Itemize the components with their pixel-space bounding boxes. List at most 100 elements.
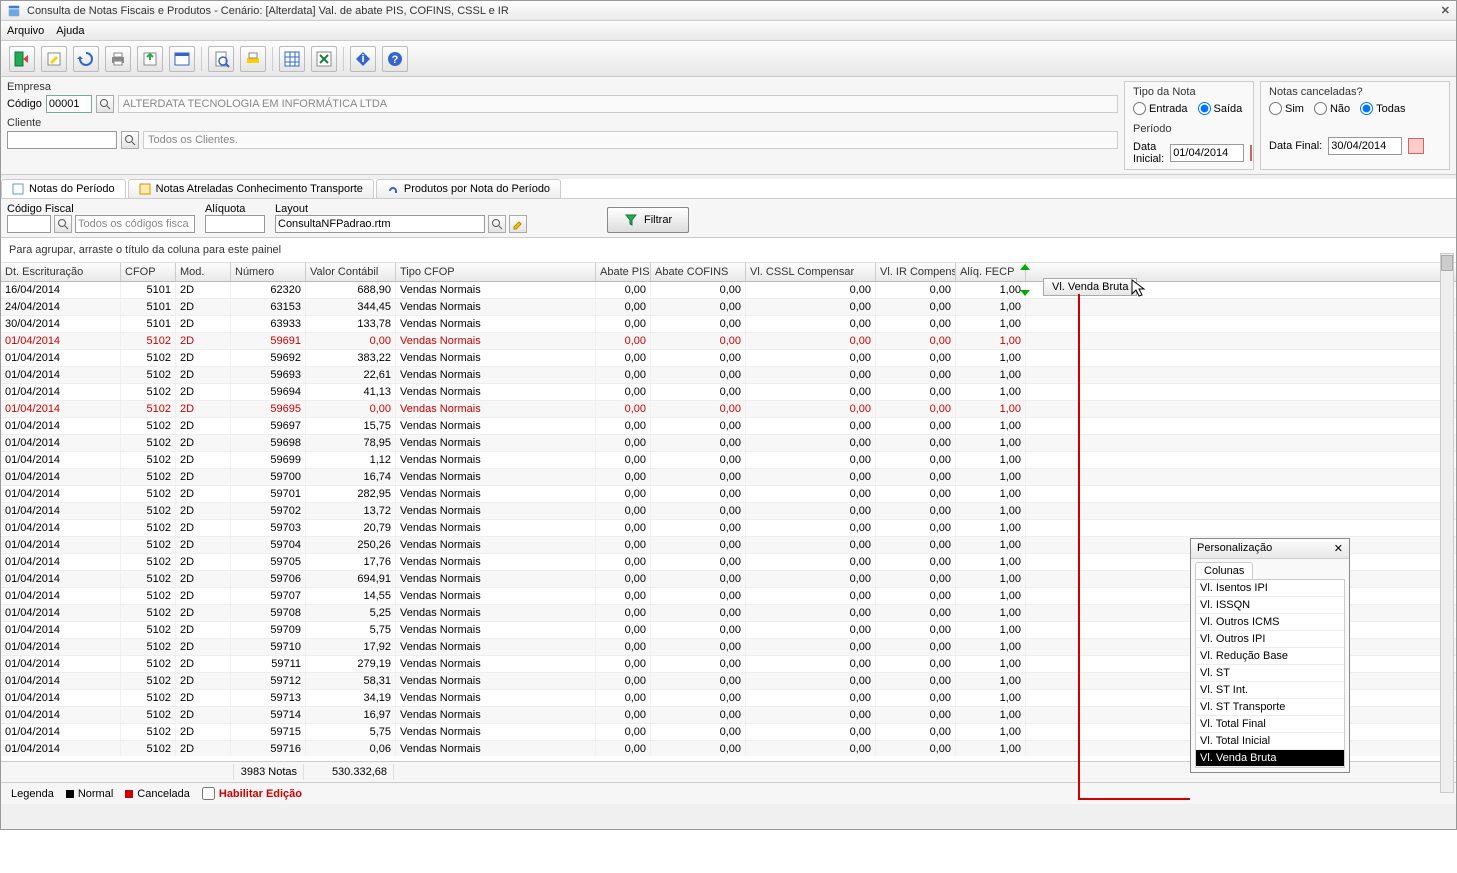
calendar-icon[interactable] — [1408, 138, 1424, 154]
edit-icon[interactable] — [41, 46, 67, 72]
cell-num: 59692 — [231, 350, 306, 366]
column-header-tipo[interactable]: Tipo CFOP — [396, 263, 596, 281]
cell-ir: 0,00 — [876, 503, 956, 519]
cell-tipo: Vendas Normais — [396, 520, 596, 536]
filtrar-button[interactable]: Filtrar — [607, 207, 689, 233]
personalization-tab-colunas[interactable]: Colunas — [1195, 562, 1253, 579]
cell-mod: 2D — [176, 435, 231, 451]
cell-dt: 01/04/2014 — [1, 656, 121, 672]
column-header-ir[interactable]: Vl. IR Compensar — [876, 263, 956, 281]
table-row[interactable]: 01/04/201451022D596910,00Vendas Normais0… — [1, 333, 1456, 350]
cell-val: 688,90 — [306, 282, 396, 298]
personalization-item[interactable]: Vl. Outros IPI — [1196, 631, 1344, 648]
help-icon[interactable]: ? — [382, 46, 408, 72]
column-header-val[interactable]: Valor Contábil — [306, 263, 396, 281]
column-header-mod[interactable]: Mod. — [176, 263, 231, 281]
column-header-dt[interactable]: Dt. Escrituração — [1, 263, 121, 281]
tab-notas-atreladas[interactable]: Notas Atreladas Conhecimento Transporte — [128, 179, 374, 198]
cell-tipo: Vendas Normais — [396, 299, 596, 315]
undo-icon[interactable] — [73, 46, 99, 72]
table-row[interactable]: 01/04/201451022D5970320,79Vendas Normais… — [1, 520, 1456, 537]
column-header-acof[interactable]: Abate COFINS — [651, 263, 746, 281]
excel-icon[interactable] — [311, 46, 337, 72]
column-header-num[interactable]: Número — [231, 263, 306, 281]
preview-icon[interactable] — [208, 46, 234, 72]
aliquota-input[interactable] — [205, 215, 265, 233]
personalization-item[interactable]: Vl. ST — [1196, 665, 1344, 682]
menu-ajuda[interactable]: Ajuda — [56, 25, 84, 37]
personalization-item[interactable]: Vl. Outros ICMS — [1196, 614, 1344, 631]
data-inicial-input[interactable] — [1170, 144, 1244, 162]
cell-apis: 0,00 — [596, 520, 651, 536]
cell-mod: 2D — [176, 418, 231, 434]
table-row[interactable]: 01/04/201451022D5969878,95Vendas Normais… — [1, 435, 1456, 452]
codigo-input[interactable] — [46, 95, 92, 113]
table-row[interactable]: 01/04/201451022D5969441,13Vendas Normais… — [1, 384, 1456, 401]
table-row[interactable]: 24/04/201451012D63153344,45Vendas Normai… — [1, 299, 1456, 316]
radio-sim[interactable]: Sim — [1269, 102, 1304, 115]
table-row[interactable]: 30/04/201451012D63933133,78Vendas Normai… — [1, 316, 1456, 333]
cell-val: 0,00 — [306, 333, 396, 349]
cell-apis: 0,00 — [596, 384, 651, 400]
personalization-item[interactable]: Vl. Redução Base — [1196, 648, 1344, 665]
table-row[interactable]: 01/04/201451022D5969715,75Vendas Normais… — [1, 418, 1456, 435]
cell-dt: 01/04/2014 — [1, 520, 121, 536]
personalization-panel[interactable]: Personalização ✕ Colunas Vl. Isentos IPI… — [1190, 538, 1350, 773]
menu-arquivo[interactable]: Arquivo — [7, 25, 44, 37]
radio-saida[interactable]: Saída — [1198, 102, 1243, 115]
layout-input[interactable] — [275, 215, 485, 233]
layout-edit-icon[interactable] — [509, 215, 527, 233]
table-row[interactable]: 16/04/201451012D62320688,90Vendas Normai… — [1, 282, 1456, 299]
print-icon[interactable] — [105, 46, 131, 72]
cell-apis: 0,00 — [596, 741, 651, 756]
export-icon[interactable] — [137, 46, 163, 72]
group-hint: Para agrupar, arraste o título da coluna… — [1, 238, 1456, 263]
floating-column-header[interactable]: Vl. Venda Bruta — [1043, 278, 1137, 296]
table-row[interactable]: 01/04/201451022D596991,12Vendas Normais0… — [1, 452, 1456, 469]
column-header-cfop[interactable]: CFOP — [121, 263, 176, 281]
column-header-apis[interactable]: Abate PIS — [596, 263, 651, 281]
radio-nao[interactable]: Não — [1314, 102, 1350, 115]
data-final-input[interactable] — [1328, 137, 1402, 155]
radio-todas[interactable]: Todas — [1360, 102, 1405, 115]
layout-search-icon[interactable] — [488, 215, 506, 233]
info-icon[interactable]: i — [350, 46, 376, 72]
table-row[interactable]: 01/04/201451022D596950,00Vendas Normais0… — [1, 401, 1456, 418]
personalization-item[interactable]: Vl. ISSQN — [1196, 597, 1344, 614]
printer-icon[interactable] — [240, 46, 266, 72]
cliente-input[interactable] — [7, 131, 117, 149]
personalization-item[interactable]: Vl. Total Inicial — [1196, 733, 1344, 750]
table-row[interactable]: 01/04/201451022D5970016,74Vendas Normais… — [1, 469, 1456, 486]
column-header-cssl[interactable]: Vl. CSSL Compensar — [746, 263, 876, 281]
empresa-search-icon[interactable] — [96, 95, 114, 113]
grid-icon[interactable] — [279, 46, 305, 72]
cliente-search-icon[interactable] — [121, 131, 139, 149]
window-icon[interactable] — [169, 46, 195, 72]
codfiscal-search-icon[interactable] — [54, 215, 72, 233]
cell-cfop: 5102 — [121, 741, 176, 756]
cell-cfop: 5102 — [121, 554, 176, 570]
cell-val: 17,92 — [306, 639, 396, 655]
table-row[interactable]: 01/04/201451022D5969322,61Vendas Normais… — [1, 367, 1456, 384]
close-icon[interactable]: ✕ — [1441, 4, 1450, 17]
personalization-item[interactable]: Vl. ST Transporte — [1196, 699, 1344, 716]
exit-icon[interactable] — [9, 46, 35, 72]
personalization-item[interactable]: Vl. Isentos IPI — [1196, 580, 1344, 597]
tab-notas-periodo[interactable]: Notas do Período — [1, 179, 126, 198]
cell-dt: 01/04/2014 — [1, 554, 121, 570]
codfiscal-input[interactable] — [7, 215, 51, 233]
personalization-item[interactable]: Vl. ST Int. — [1196, 682, 1344, 699]
habilitar-edicao-checkbox[interactable]: Habilitar Edição — [202, 787, 302, 800]
tab-produtos[interactable]: Produtos por Nota do Período — [376, 179, 561, 198]
cell-dt: 01/04/2014 — [1, 384, 121, 400]
calendar-icon[interactable] — [1250, 145, 1252, 161]
radio-entrada[interactable]: Entrada — [1133, 102, 1188, 115]
table-row[interactable]: 01/04/201451022D59701282,95Vendas Normai… — [1, 486, 1456, 503]
personalization-item[interactable]: Vl. Venda Bruta — [1196, 750, 1344, 767]
scrollbar[interactable] — [1440, 253, 1454, 793]
personalization-close-icon[interactable]: ✕ — [1334, 542, 1343, 555]
table-row[interactable]: 01/04/201451022D59692383,22Vendas Normai… — [1, 350, 1456, 367]
personalization-list[interactable]: Vl. Isentos IPIVl. ISSQNVl. Outros ICMSV… — [1195, 579, 1345, 768]
table-row[interactable]: 01/04/201451022D5970213,72Vendas Normais… — [1, 503, 1456, 520]
personalization-item[interactable]: Vl. Total Final — [1196, 716, 1344, 733]
